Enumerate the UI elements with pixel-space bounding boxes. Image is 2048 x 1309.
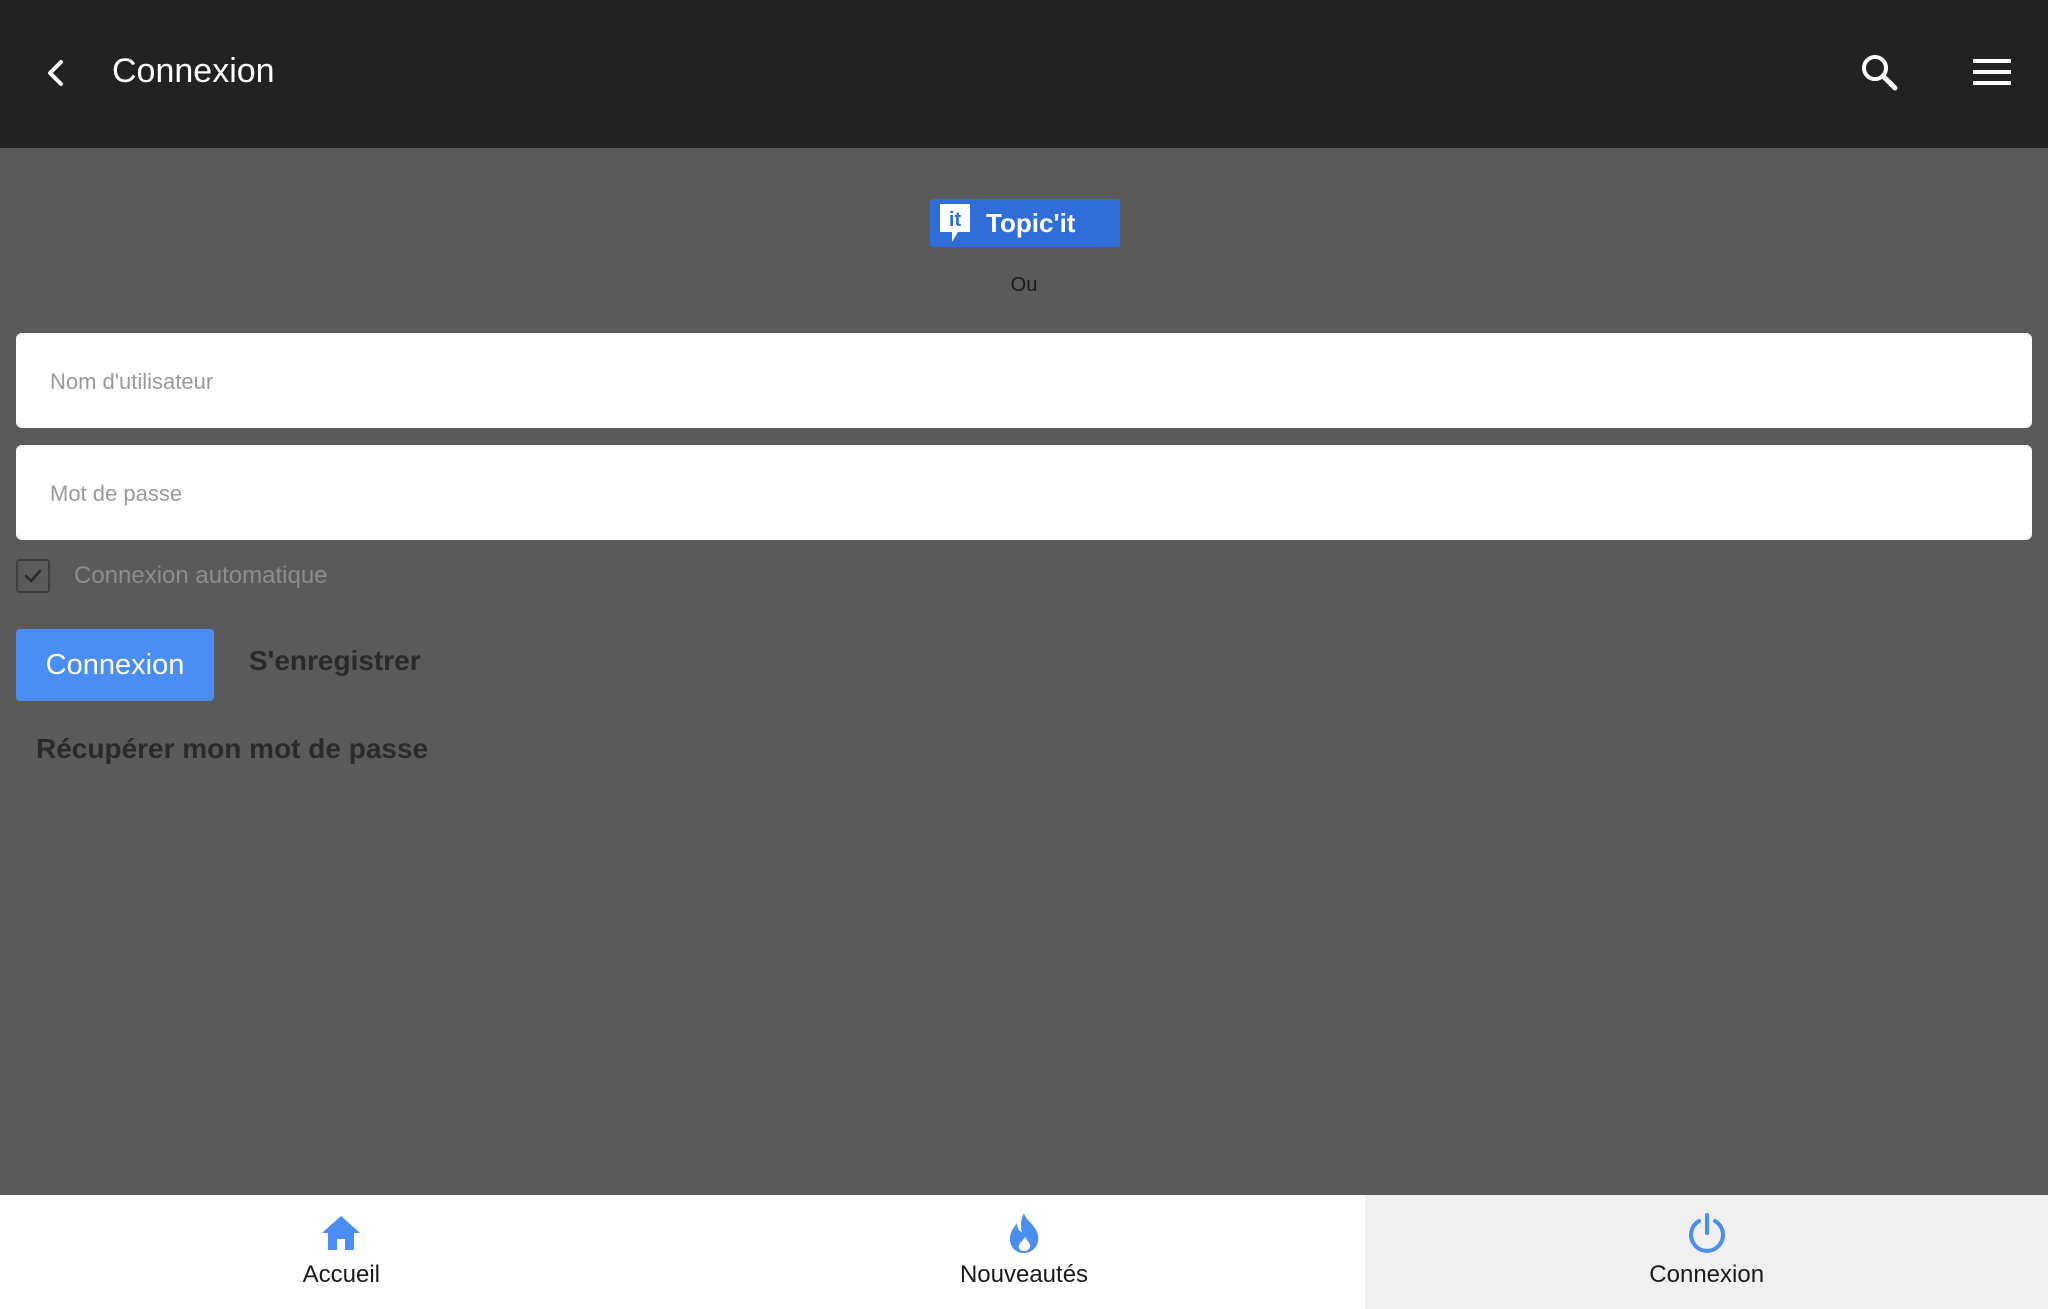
nav-label-accueil: Accueil <box>302 1261 381 1288</box>
nav-item-accueil[interactable]: Accueil <box>0 1195 683 1309</box>
svg-text:it: it <box>949 209 962 231</box>
auto-login-row: Connexion automatique <box>16 557 328 595</box>
chevron-left-icon <box>48 60 63 86</box>
bottom-navigation: Accueil Nouveautés Connexion <box>0 1195 2048 1309</box>
login-button[interactable]: Connexion <box>16 629 214 701</box>
back-button[interactable] <box>30 42 82 104</box>
username-field-container <box>16 333 2032 430</box>
nav-label-nouveautes: Nouveautés <box>959 1261 1089 1288</box>
or-separator: Ou <box>1010 274 1038 296</box>
search-icon <box>1862 55 1898 91</box>
recover-password-link[interactable]: Récupérer mon mot de passe <box>36 733 428 765</box>
nav-label-connexion: Connexion <box>1649 1261 1765 1288</box>
nav-item-nouveautes[interactable]: Nouveautés <box>683 1195 1366 1309</box>
top-app-bar: Connexion <box>0 0 2048 148</box>
power-icon <box>1685 1211 1729 1255</box>
auto-login-checkbox[interactable] <box>16 559 50 593</box>
auto-login-label: Connexion automatique <box>74 562 328 589</box>
search-button[interactable] <box>1852 44 1906 100</box>
home-icon <box>319 1211 363 1255</box>
flame-icon <box>1002 1211 1046 1255</box>
topicit-login-button[interactable]: it Topic'it <box>930 199 1120 247</box>
topicit-login-label: Topic'it <box>986 207 1076 238</box>
menu-button[interactable] <box>1964 44 2020 100</box>
nav-item-connexion[interactable]: Connexion <box>1365 1195 2048 1309</box>
hamburger-menu-icon <box>1973 59 2011 85</box>
page-title: Connexion <box>112 52 275 90</box>
password-field-container <box>16 445 2032 542</box>
checkmark-icon <box>24 569 42 583</box>
register-link[interactable]: S'enregistrer <box>249 645 421 677</box>
password-input[interactable] <box>48 445 2002 542</box>
topicit-logo-icon: it <box>938 203 972 243</box>
username-input[interactable] <box>48 333 2002 430</box>
